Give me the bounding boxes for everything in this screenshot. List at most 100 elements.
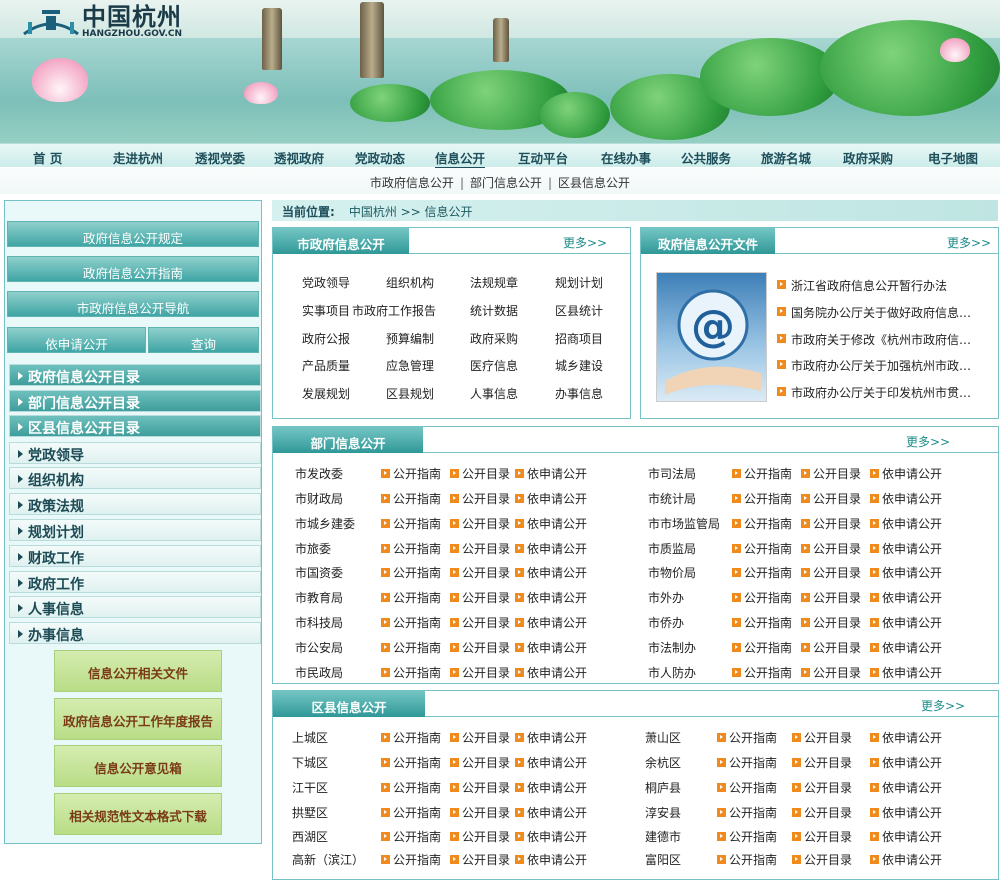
dept-link-2[interactable]: 依申请公开	[870, 589, 942, 606]
dept-link-0[interactable]: 公开指南	[381, 564, 441, 581]
dept-link-0[interactable]: 公开指南	[732, 465, 792, 482]
dept-link-0[interactable]: 公开指南	[381, 589, 441, 606]
dept-link-1[interactable]: 公开目录	[450, 465, 510, 482]
sidebar-category[interactable]: 财政工作	[9, 545, 261, 567]
district-link-0[interactable]: 公开指南	[381, 851, 441, 868]
district-link-2[interactable]: 依申请公开	[515, 828, 587, 845]
city-info-link[interactable]: 医疗信息	[470, 357, 518, 374]
dept-link-2[interactable]: 依申请公开	[870, 664, 942, 681]
dept-name[interactable]: 市公安局	[295, 639, 343, 656]
district-link-0[interactable]: 公开指南	[717, 851, 777, 868]
city-info-link[interactable]: 法规规章	[470, 274, 518, 291]
nav-item[interactable]: 政府采购	[843, 148, 893, 167]
dept-link-2[interactable]: 依申请公开	[870, 515, 942, 532]
dept-link-2[interactable]: 依申请公开	[515, 515, 587, 532]
district-link-1[interactable]: 公开目录	[792, 828, 852, 845]
nav-item[interactable]: 互动平台	[518, 148, 568, 167]
doc-link[interactable]: 浙江省政府信息公开暂行办法	[791, 277, 977, 294]
dept-info-tab[interactable]: 部门信息公开	[273, 427, 423, 453]
nav-item[interactable]: 电子地图	[928, 148, 978, 167]
district-name[interactable]: 江干区	[292, 779, 328, 796]
city-info-link[interactable]: 组织机构	[386, 274, 434, 291]
district-link-2[interactable]: 依申请公开	[515, 779, 587, 796]
district-name[interactable]: 西湖区	[292, 828, 328, 845]
dept-link-0[interactable]: 公开指南	[732, 664, 792, 681]
sidebar-category[interactable]: 办事信息	[9, 622, 261, 644]
sidebar-category[interactable]: 党政领导	[9, 442, 261, 464]
dept-link-1[interactable]: 公开目录	[801, 540, 861, 557]
dept-link-2[interactable]: 依申请公开	[870, 564, 942, 581]
dept-name[interactable]: 市侨办	[648, 614, 684, 631]
sidebar-feature-link[interactable]: 相关规范性文本格式下载	[54, 793, 222, 835]
city-info-link[interactable]: 政府采购	[470, 330, 518, 347]
dept-link-0[interactable]: 公开指南	[732, 490, 792, 507]
sidebar-category[interactable]: 政策法规	[9, 493, 261, 515]
district-name[interactable]: 建德市	[645, 828, 681, 845]
district-link-2[interactable]: 依申请公开	[515, 804, 587, 821]
district-more-link[interactable]: 更多>>	[921, 697, 965, 714]
dept-name[interactable]: 市民政局	[295, 664, 343, 681]
dept-link-0[interactable]: 公开指南	[732, 515, 792, 532]
district-link-1[interactable]: 公开目录	[450, 754, 510, 771]
district-link-0[interactable]: 公开指南	[717, 729, 777, 746]
district-name[interactable]: 富阳区	[645, 851, 681, 868]
district-link-1[interactable]: 公开目录	[792, 779, 852, 796]
district-link-1[interactable]: 公开目录	[792, 851, 852, 868]
dept-name[interactable]: 市外办	[648, 589, 684, 606]
district-link-0[interactable]: 公开指南	[381, 804, 441, 821]
nav-item[interactable]: 公共服务	[681, 148, 731, 167]
district-name[interactable]: 高新（滨江）	[292, 851, 364, 868]
dept-link-1[interactable]: 公开目录	[801, 639, 861, 656]
dept-link-2[interactable]: 依申请公开	[515, 589, 587, 606]
dept-link-1[interactable]: 公开目录	[801, 589, 861, 606]
district-link-1[interactable]: 公开目录	[792, 804, 852, 821]
dept-link-0[interactable]: 公开指南	[381, 664, 441, 681]
subnav-dept[interactable]: 部门信息公开	[470, 176, 542, 190]
nav-item[interactable]: 党政动态	[355, 148, 405, 167]
dept-link-2[interactable]: 依申请公开	[870, 614, 942, 631]
nav-item[interactable]: 在线办事	[601, 148, 651, 167]
dept-link-1[interactable]: 公开目录	[450, 614, 510, 631]
city-info-link[interactable]: 区县规划	[386, 385, 434, 402]
dept-link-1[interactable]: 公开目录	[801, 465, 861, 482]
district-link-0[interactable]: 公开指南	[381, 828, 441, 845]
city-more-link[interactable]: 更多>>	[563, 234, 607, 251]
district-link-0[interactable]: 公开指南	[717, 779, 777, 796]
sidebar-feature-link[interactable]: 信息公开相关文件	[54, 650, 222, 692]
city-info-link[interactable]: 应急管理	[386, 357, 434, 374]
dept-name[interactable]: 市城乡建委	[295, 515, 355, 532]
sidebar-feature-link[interactable]: 信息公开意见箱	[54, 745, 222, 787]
district-link-2[interactable]: 依申请公开	[870, 779, 942, 796]
dept-link-0[interactable]: 公开指南	[732, 614, 792, 631]
dept-link-1[interactable]: 公开目录	[450, 564, 510, 581]
dept-name[interactable]: 市旅委	[295, 540, 331, 557]
city-info-link[interactable]: 实事项目	[302, 302, 350, 319]
city-info-link[interactable]: 党政领导	[302, 274, 350, 291]
nav-item[interactable]: 旅游名城	[761, 148, 811, 167]
district-name[interactable]: 萧山区	[645, 729, 681, 746]
dept-link-1[interactable]: 公开目录	[450, 490, 510, 507]
dept-name[interactable]: 市发改委	[295, 465, 343, 482]
district-link-1[interactable]: 公开目录	[792, 754, 852, 771]
doc-link[interactable]: 市政府办公厅关于印发杭州市贯彻政府信息公开条例实施意见的通知	[791, 384, 977, 401]
district-name[interactable]: 淳安县	[645, 804, 681, 821]
district-link-2[interactable]: 依申请公开	[515, 729, 587, 746]
district-link-2[interactable]: 依申请公开	[870, 804, 942, 821]
docs-more-link[interactable]: 更多>>	[947, 234, 991, 251]
rules-button[interactable]: 政府信息公开规定	[7, 221, 259, 247]
query-button[interactable]: 查询	[148, 327, 259, 353]
dept-link-2[interactable]: 依申请公开	[515, 564, 587, 581]
apply-button[interactable]: 依申请公开	[7, 327, 146, 353]
district-link-0[interactable]: 公开指南	[717, 804, 777, 821]
nav-item[interactable]: 透视政府	[274, 148, 324, 167]
dept-link-0[interactable]: 公开指南	[732, 540, 792, 557]
city-info-link[interactable]: 人事信息	[470, 385, 518, 402]
dept-name[interactable]: 市国资委	[295, 564, 343, 581]
dept-link-2[interactable]: 依申请公开	[515, 540, 587, 557]
nav-item[interactable]: 走进杭州	[113, 148, 163, 167]
dept-name[interactable]: 市司法局	[648, 465, 696, 482]
city-info-link[interactable]: 市政府工作报告	[352, 302, 436, 319]
sidebar-category[interactable]: 部门信息公开目录	[9, 390, 261, 412]
dept-link-2[interactable]: 依申请公开	[515, 465, 587, 482]
city-info-link[interactable]: 招商项目	[555, 330, 603, 347]
